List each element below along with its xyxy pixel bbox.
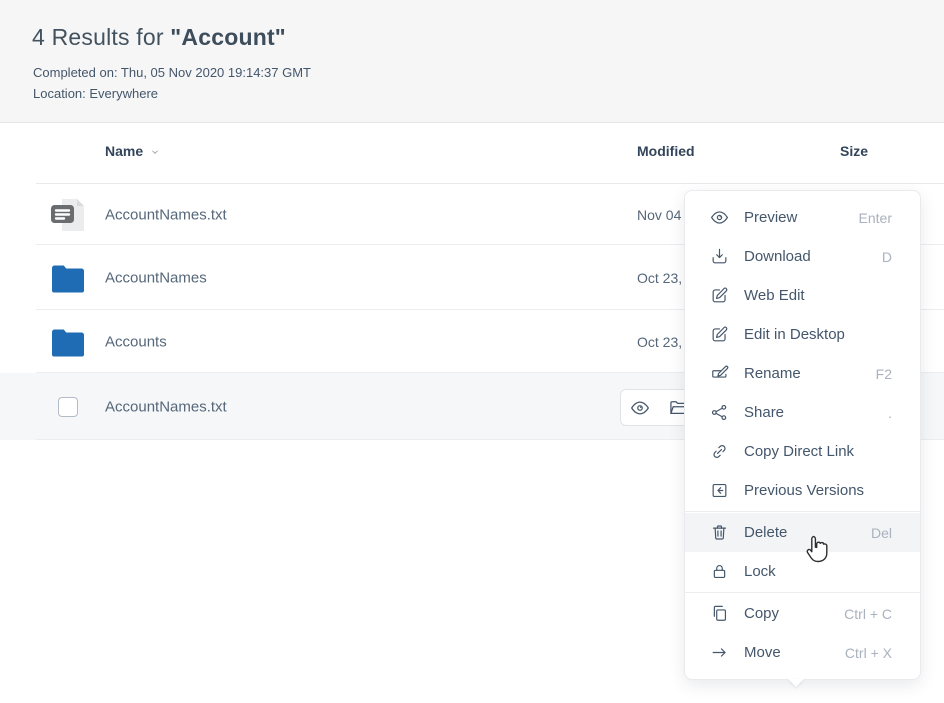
search-header: 4 Results for "Account" Completed on: Th…	[0, 0, 944, 123]
menu-item-move[interactable]: Move Ctrl + X	[685, 633, 920, 672]
menu-item-label: Download	[744, 248, 811, 265]
menu-item-delete[interactable]: Delete Del	[685, 513, 920, 552]
file-name[interactable]: AccountNames.txt	[105, 206, 227, 223]
edit-icon	[709, 286, 729, 305]
menu-item-shortcut: Enter	[859, 210, 892, 226]
share-icon	[709, 403, 729, 422]
copy-icon	[709, 604, 729, 623]
column-header-size[interactable]: Size	[840, 143, 868, 159]
trash-icon	[709, 523, 729, 542]
move-arrow-icon	[709, 643, 729, 662]
folder-icon	[48, 327, 88, 356]
folder-name[interactable]: AccountNames	[105, 269, 207, 286]
menu-item-label: Preview	[744, 209, 797, 226]
file-name[interactable]: AccountNames.txt	[105, 398, 227, 415]
menu-item-label: Web Edit	[744, 287, 805, 304]
folder-name[interactable]: Accounts	[105, 333, 167, 350]
folder-icon	[48, 263, 88, 292]
menu-item-label: Delete	[744, 524, 787, 541]
column-header-name-label: Name	[105, 143, 143, 159]
menu-item-edit-in-desktop[interactable]: Edit in Desktop	[685, 315, 920, 354]
menu-item-share[interactable]: Share .	[685, 393, 920, 432]
modified-value: Oct 23,	[637, 334, 682, 350]
menu-item-shortcut: Ctrl + X	[845, 645, 892, 661]
column-header-name[interactable]: Name	[105, 143, 160, 159]
eye-icon	[709, 208, 729, 227]
menu-item-label: Move	[744, 644, 781, 661]
menu-item-label: Copy Direct Link	[744, 443, 854, 460]
menu-item-preview[interactable]: Preview Enter	[685, 198, 920, 237]
menu-item-shortcut: D	[882, 249, 892, 265]
menu-item-shortcut: Del	[871, 525, 892, 541]
menu-item-label: Lock	[744, 563, 776, 580]
page-title-prefix: 4 Results for	[32, 24, 170, 50]
menu-item-rename[interactable]: Rename F2	[685, 354, 920, 393]
menu-item-label: Copy	[744, 605, 779, 622]
menu-item-label: Share	[744, 404, 784, 421]
row-checkbox[interactable]	[58, 397, 78, 417]
menu-item-previous-versions[interactable]: Previous Versions	[685, 471, 920, 510]
menu-separator	[685, 592, 920, 593]
menu-item-shortcut: .	[888, 405, 892, 421]
page-title-query: "Account"	[170, 24, 286, 50]
menu-item-label: Rename	[744, 365, 801, 382]
column-header-modified[interactable]: Modified	[637, 143, 695, 159]
menu-item-web-edit[interactable]: Web Edit	[685, 276, 920, 315]
edit-icon	[709, 325, 729, 344]
menu-item-shortcut: Ctrl + C	[844, 606, 892, 622]
menu-item-label: Edit in Desktop	[744, 326, 845, 343]
location-text: Location: Everywhere	[33, 86, 158, 101]
row-checkbox-cell	[48, 397, 88, 417]
lock-icon	[709, 562, 729, 581]
link-icon	[709, 442, 729, 461]
menu-item-shortcut: F2	[876, 366, 892, 382]
chevron-down-icon	[150, 148, 160, 156]
modified-value: Nov 04	[637, 207, 681, 223]
download-icon	[709, 247, 729, 266]
preview-eye-icon[interactable]	[621, 398, 659, 418]
menu-item-lock[interactable]: Lock	[685, 552, 920, 591]
text-file-icon	[48, 197, 88, 233]
completed-on-text: Completed on: Thu, 05 Nov 2020 19:14:37 …	[33, 65, 311, 80]
search-results-screen: 4 Results for "Account" Completed on: Th…	[0, 0, 944, 703]
menu-item-label: Previous Versions	[744, 482, 864, 499]
rename-icon	[709, 364, 729, 383]
table-header: Name Modified Size	[0, 123, 944, 184]
page-title: 4 Results for "Account"	[32, 24, 286, 51]
menu-item-download[interactable]: Download D	[685, 237, 920, 276]
menu-separator	[685, 511, 920, 512]
menu-item-copy[interactable]: Copy Ctrl + C	[685, 594, 920, 633]
versions-icon	[709, 481, 729, 500]
menu-tail-arrow	[788, 679, 804, 687]
context-menu: Preview Enter Download D Web Edit Edit i…	[684, 190, 921, 680]
modified-value: Oct 23,	[637, 270, 682, 286]
menu-item-copy-direct-link[interactable]: Copy Direct Link	[685, 432, 920, 471]
